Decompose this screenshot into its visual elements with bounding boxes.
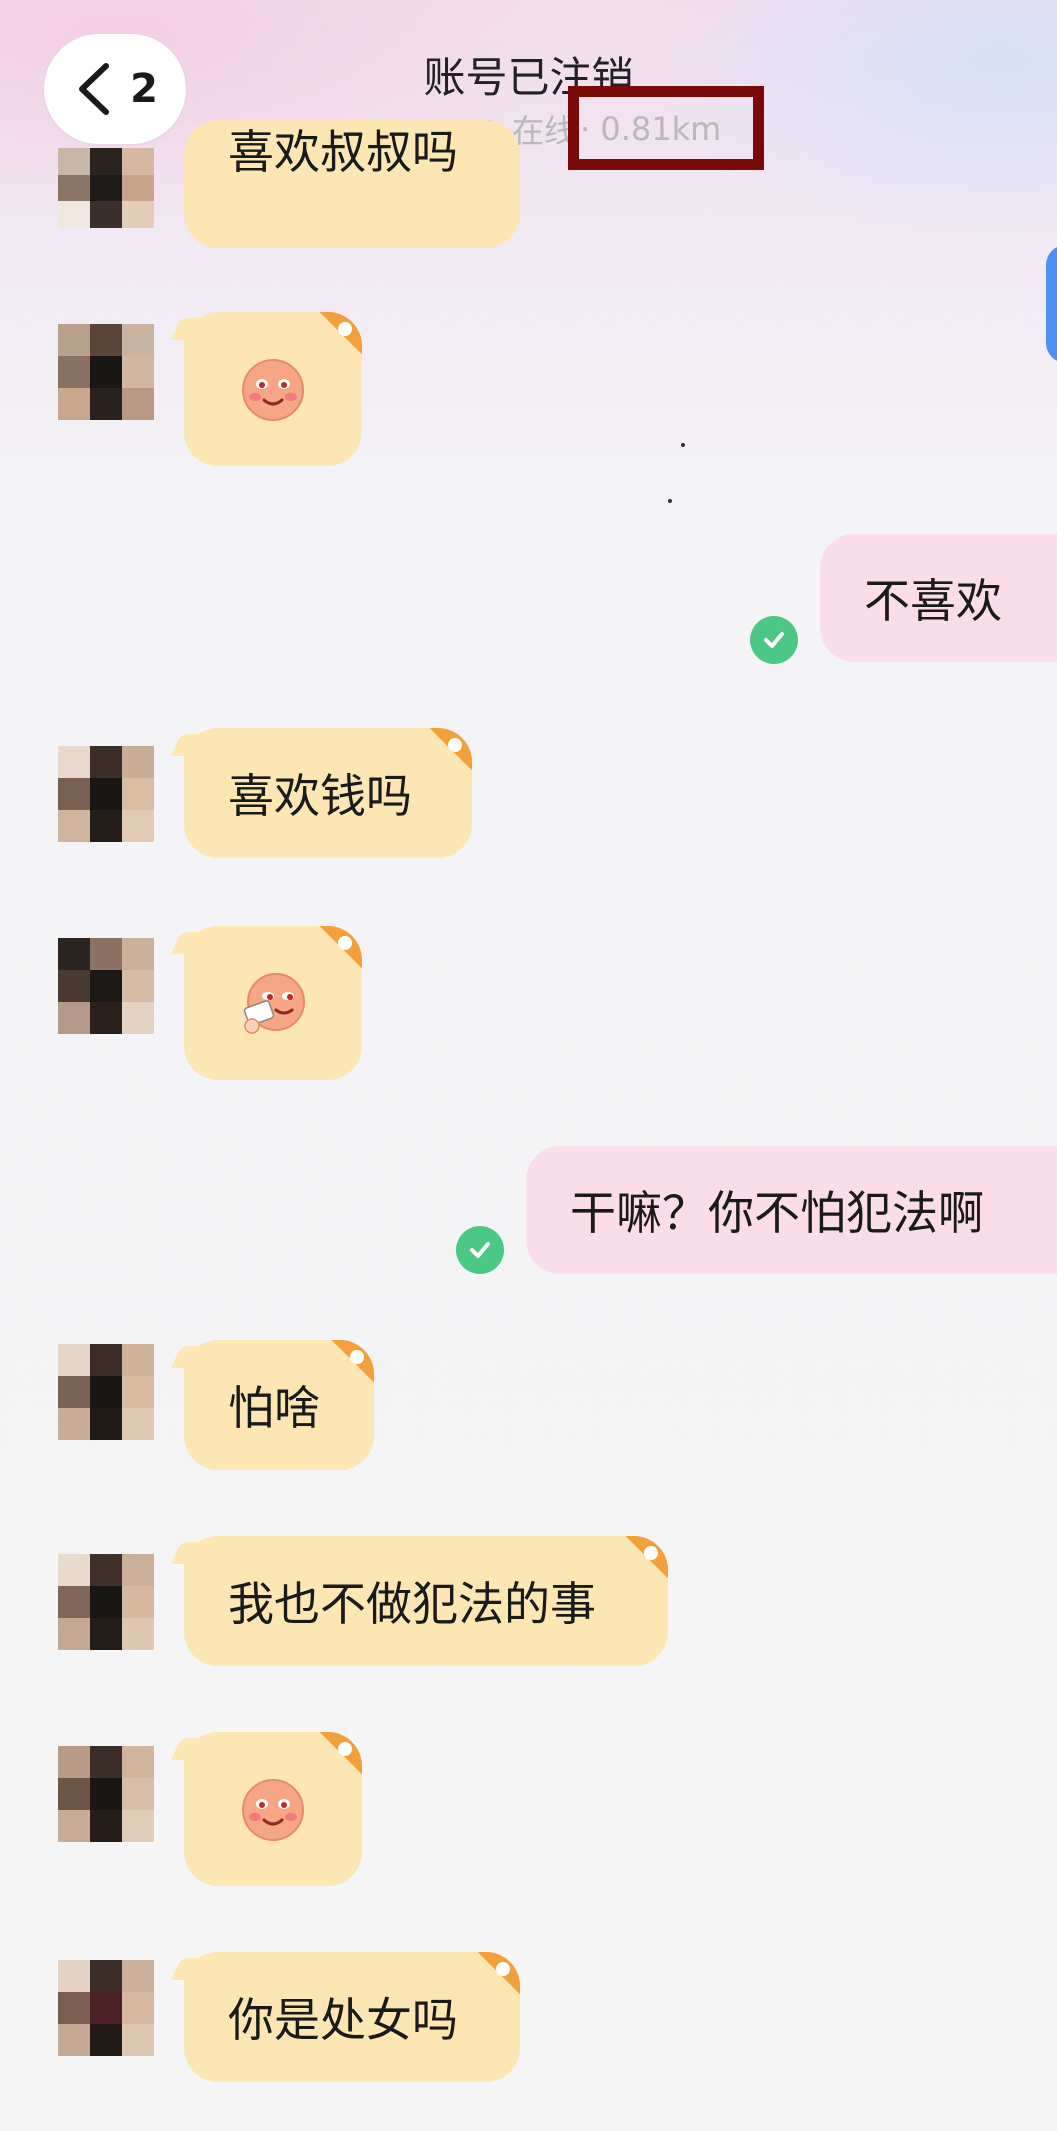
chat-title[interactable]: 账号已注销 bbox=[0, 44, 1057, 105]
bubble-badge-icon bbox=[302, 312, 362, 372]
blushing-face-emoji bbox=[242, 1779, 304, 1841]
message-text: 干嘛？你不怕犯法啊 bbox=[570, 1186, 984, 1240]
blushing-face-emoji bbox=[242, 359, 304, 421]
stray-dot bbox=[681, 443, 685, 447]
contact-avatar[interactable] bbox=[58, 324, 154, 420]
message-bubble-incoming[interactable]: 怕啥 bbox=[170, 1340, 374, 1470]
bubble-badge-icon bbox=[460, 1952, 520, 2012]
message-bubble-incoming[interactable] bbox=[170, 926, 362, 1080]
money-face-emoji bbox=[243, 973, 305, 1034]
read-check-icon bbox=[750, 616, 798, 664]
message-bubble-incoming[interactable]: 你是处女吗 bbox=[170, 1952, 520, 2082]
contact-avatar[interactable] bbox=[58, 938, 154, 1034]
bubble-badge-icon bbox=[412, 728, 472, 788]
floating-side-button[interactable] bbox=[1046, 245, 1057, 363]
read-check-icon bbox=[456, 1226, 504, 1274]
message-bubble-incoming[interactable]: 喜欢叔叔吗 bbox=[184, 120, 520, 248]
message-bubble-incoming[interactable] bbox=[170, 1732, 362, 1886]
message-text: 怕啥 bbox=[228, 1381, 320, 1435]
bubble-badge-icon bbox=[314, 1340, 374, 1400]
message-text: 不喜欢 bbox=[864, 574, 1002, 628]
stray-dot bbox=[668, 499, 672, 503]
bubble-badge-icon bbox=[302, 926, 362, 986]
message-text: 喜欢叔叔吗 bbox=[228, 125, 458, 179]
contact-avatar[interactable] bbox=[58, 148, 154, 228]
message-text: 我也不做犯法的事 bbox=[228, 1577, 596, 1631]
online-status-text: 在线 bbox=[512, 112, 577, 150]
message-bubble-outgoing[interactable]: 不喜欢 bbox=[820, 534, 1057, 662]
message-bubble-outgoing[interactable]: 干嘛？你不怕犯法啊 bbox=[526, 1146, 1057, 1274]
message-bubble-incoming[interactable]: 我也不做犯法的事 bbox=[170, 1536, 668, 1666]
message-text: 你是处女吗 bbox=[228, 1993, 458, 2047]
contact-avatar[interactable] bbox=[58, 746, 154, 842]
contact-avatar[interactable] bbox=[58, 1344, 154, 1440]
highlight-box bbox=[568, 86, 764, 170]
message-bubble-incoming[interactable] bbox=[170, 312, 362, 466]
bubble-badge-icon bbox=[302, 1732, 362, 1792]
message-bubble-incoming[interactable]: 喜欢钱吗 bbox=[170, 728, 472, 858]
contact-avatar[interactable] bbox=[58, 1960, 154, 2056]
contact-avatar[interactable] bbox=[58, 1746, 154, 1842]
message-text: 喜欢钱吗 bbox=[228, 769, 412, 823]
contact-avatar[interactable] bbox=[58, 1554, 154, 1650]
bubble-badge-icon bbox=[608, 1536, 668, 1596]
